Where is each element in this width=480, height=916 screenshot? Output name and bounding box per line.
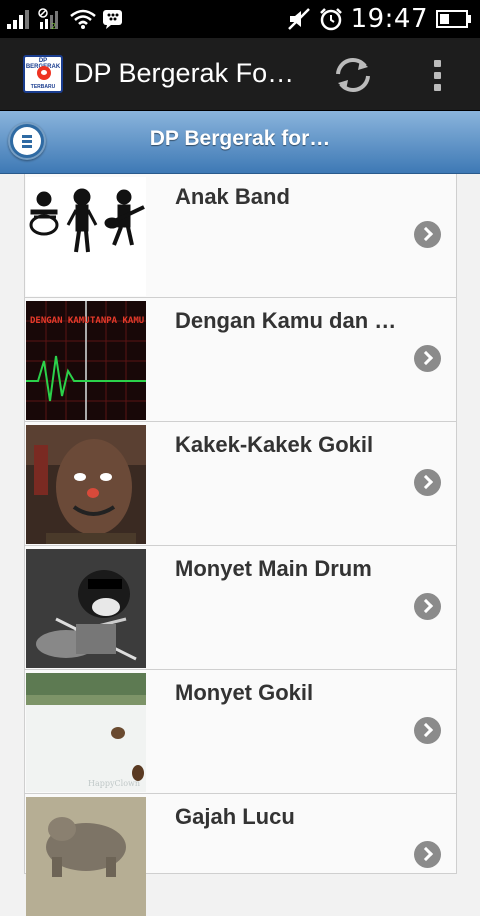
list-item[interactable]: HappyClown Monyet Gokil <box>24 670 457 794</box>
item-label: Gajah Lucu <box>175 804 295 829</box>
action-bar: DP BERGERAK TERBARU DP Bergerak Fo… <box>0 38 480 112</box>
wifi-icon <box>70 9 96 29</box>
thumb-text-left: DENGAN KAMU <box>30 316 90 326</box>
no-sim-icon: 2 <box>38 8 58 30</box>
list-item[interactable]: Monyet Main Drum <box>24 546 457 670</box>
chevron-right-icon <box>414 717 441 744</box>
page-header: DP Bergerak for… <box>0 111 480 174</box>
item-thumbnail: DENGAN KAMU TANPA KAMU <box>26 301 146 420</box>
status-bar: 2 19:47 <box>0 0 480 38</box>
item-label: Kakek-Kakek Gokil <box>175 432 374 457</box>
list-item[interactable]: Kakek-Kakek Gokil <box>24 422 457 546</box>
chevron-right-icon <box>414 221 441 248</box>
mute-icon <box>287 8 310 30</box>
overflow-menu-button[interactable] <box>424 54 452 96</box>
item-label: Dengan Kamu dan … <box>175 308 397 333</box>
app-title: DP Bergerak Fo… <box>74 58 295 88</box>
svg-text:2: 2 <box>51 22 56 30</box>
list-item[interactable]: Anak Band <box>24 174 457 298</box>
app-icon[interactable]: DP BERGERAK TERBARU <box>23 55 63 93</box>
chevron-right-icon <box>414 469 441 496</box>
item-thumbnail <box>26 177 146 296</box>
chevron-right-icon <box>414 593 441 620</box>
bbm-icon <box>103 10 122 29</box>
signal-icon <box>7 10 29 29</box>
alarm-icon <box>319 8 342 31</box>
thumb-text-right: TANPA KAMU <box>90 316 144 326</box>
overflow-menu-icon <box>434 60 441 67</box>
item-label: Anak Band <box>175 184 290 209</box>
item-label: Monyet Main Drum <box>175 556 372 581</box>
battery-icon <box>436 10 471 28</box>
app-icon-bottom-text: TERBARU <box>30 84 56 90</box>
page-title: DP Bergerak for… <box>149 127 331 150</box>
item-list: Anak Band DENGAN KAMU TANPA KAMU Dengan … <box>24 174 457 916</box>
list-item[interactable]: DENGAN KAMU TANPA KAMU Dengan Kamu dan … <box>24 298 457 422</box>
chevron-right-icon <box>414 841 441 868</box>
item-label: Monyet Gokil <box>175 680 314 705</box>
chevron-right-icon <box>414 345 441 372</box>
refresh-button[interactable] <box>330 54 376 96</box>
svg-text:HappyClown: HappyClown <box>88 779 140 788</box>
status-time: 19:47 <box>350 4 428 34</box>
item-thumbnail <box>26 425 146 544</box>
list-item[interactable]: Gajah Lucu <box>24 794 457 916</box>
item-thumbnail: HappyClown <box>26 673 146 792</box>
refresh-icon <box>336 58 370 92</box>
item-thumbnail <box>26 549 146 668</box>
item-thumbnail <box>26 797 146 916</box>
app-icon-face <box>37 66 51 80</box>
